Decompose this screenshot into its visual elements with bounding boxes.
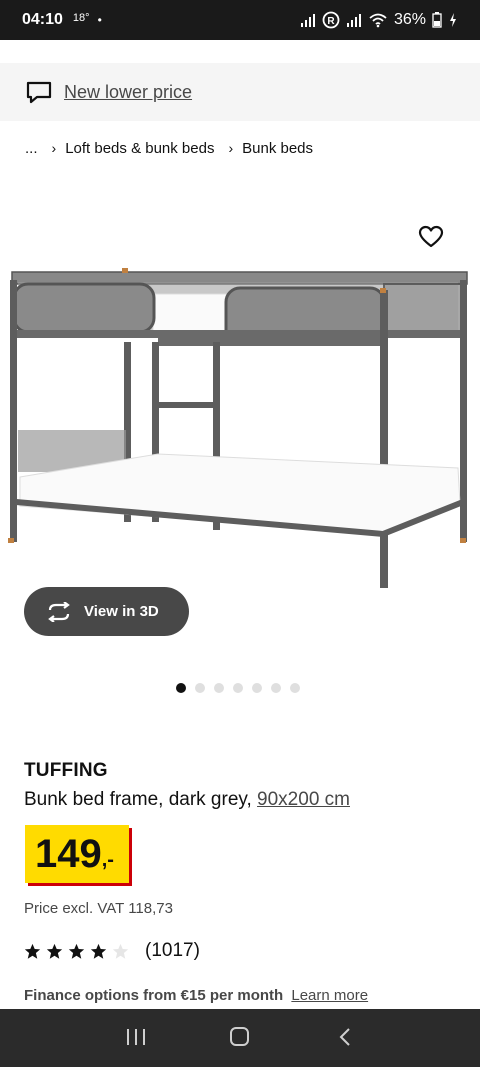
- rotate-3d-icon: [48, 601, 70, 622]
- view-in-3d-label: View in 3D: [84, 603, 159, 620]
- svg-text:R: R: [327, 16, 335, 27]
- carousel-dot[interactable]: [195, 683, 205, 693]
- status-icons: R 36%: [300, 0, 458, 40]
- status-time: 04:10: [22, 11, 63, 28]
- price-excl-vat: Price excl. VAT 118,73: [24, 900, 173, 917]
- battery-percent: 36%: [393, 11, 426, 28]
- product-brand: TUFFING: [24, 760, 108, 781]
- price-decimal: ,-: [101, 849, 114, 871]
- heart-icon[interactable]: [418, 225, 444, 249]
- carousel-dot[interactable]: [233, 683, 243, 693]
- wifi-icon: [369, 13, 387, 28]
- carousel-dot[interactable]: [252, 683, 262, 693]
- learn-more-link[interactable]: Learn more: [291, 987, 368, 1004]
- image-carousel-dots: [176, 683, 300, 693]
- finance-text: Finance options from €15 per month: [24, 987, 284, 1004]
- home-icon[interactable]: [228, 1025, 252, 1049]
- price-integer: 149: [35, 832, 102, 876]
- product-size-link[interactable]: 90x200 cm: [257, 789, 350, 810]
- signal-icon: [300, 14, 315, 27]
- status-notification-dot: •: [97, 13, 102, 27]
- back-icon[interactable]: [334, 1025, 358, 1049]
- breadcrumb-separator: ›: [228, 140, 234, 156]
- star-filled-icon: [24, 943, 41, 959]
- breadcrumb-loft-bunk-beds[interactable]: Loft beds & bunk beds: [65, 140, 214, 157]
- carousel-dot-active[interactable]: [176, 683, 186, 693]
- carousel-dot[interactable]: [214, 683, 224, 693]
- product-description-text: Bunk bed frame, dark grey,: [24, 789, 252, 810]
- star-filled-icon: [46, 943, 63, 959]
- star-empty-icon: [112, 943, 129, 959]
- status-temperature: 18°: [72, 12, 90, 24]
- star-filled-icon: [90, 943, 107, 959]
- finance-options: Finance options from €15 per month Learn…: [24, 987, 368, 1004]
- new-lower-price-link[interactable]: New lower price: [64, 82, 192, 103]
- product-description: Bunk bed frame, dark grey, 90x200 cm: [24, 789, 350, 811]
- breadcrumb-ellipsis[interactable]: ...: [25, 140, 38, 157]
- carousel-dot[interactable]: [290, 683, 300, 693]
- system-navigation-bar: [0, 1009, 480, 1067]
- status-bar: 04:10 18° • R 36%: [0, 0, 480, 40]
- registered-icon: R: [322, 11, 340, 29]
- chat-bubble-icon: [26, 81, 52, 104]
- breadcrumb: ... › Loft beds & bunk beds › Bunk beds: [25, 137, 313, 159]
- star-filled-icon: [68, 943, 85, 959]
- review-count: (1017): [145, 940, 200, 961]
- charging-icon: [450, 13, 456, 27]
- signal-icon-2: [346, 14, 361, 27]
- battery-icon: [432, 12, 442, 28]
- price-tag: 149 ,-: [25, 825, 129, 883]
- product-image[interactable]: [8, 262, 474, 592]
- product-rating[interactable]: (1017): [24, 940, 200, 962]
- promo-banner[interactable]: New lower price: [0, 63, 480, 121]
- breadcrumb-bunk-beds[interactable]: Bunk beds: [242, 140, 313, 157]
- recent-apps-icon[interactable]: [124, 1025, 148, 1049]
- carousel-dot[interactable]: [271, 683, 281, 693]
- view-in-3d-button[interactable]: View in 3D: [24, 587, 189, 636]
- breadcrumb-separator: ›: [51, 140, 57, 156]
